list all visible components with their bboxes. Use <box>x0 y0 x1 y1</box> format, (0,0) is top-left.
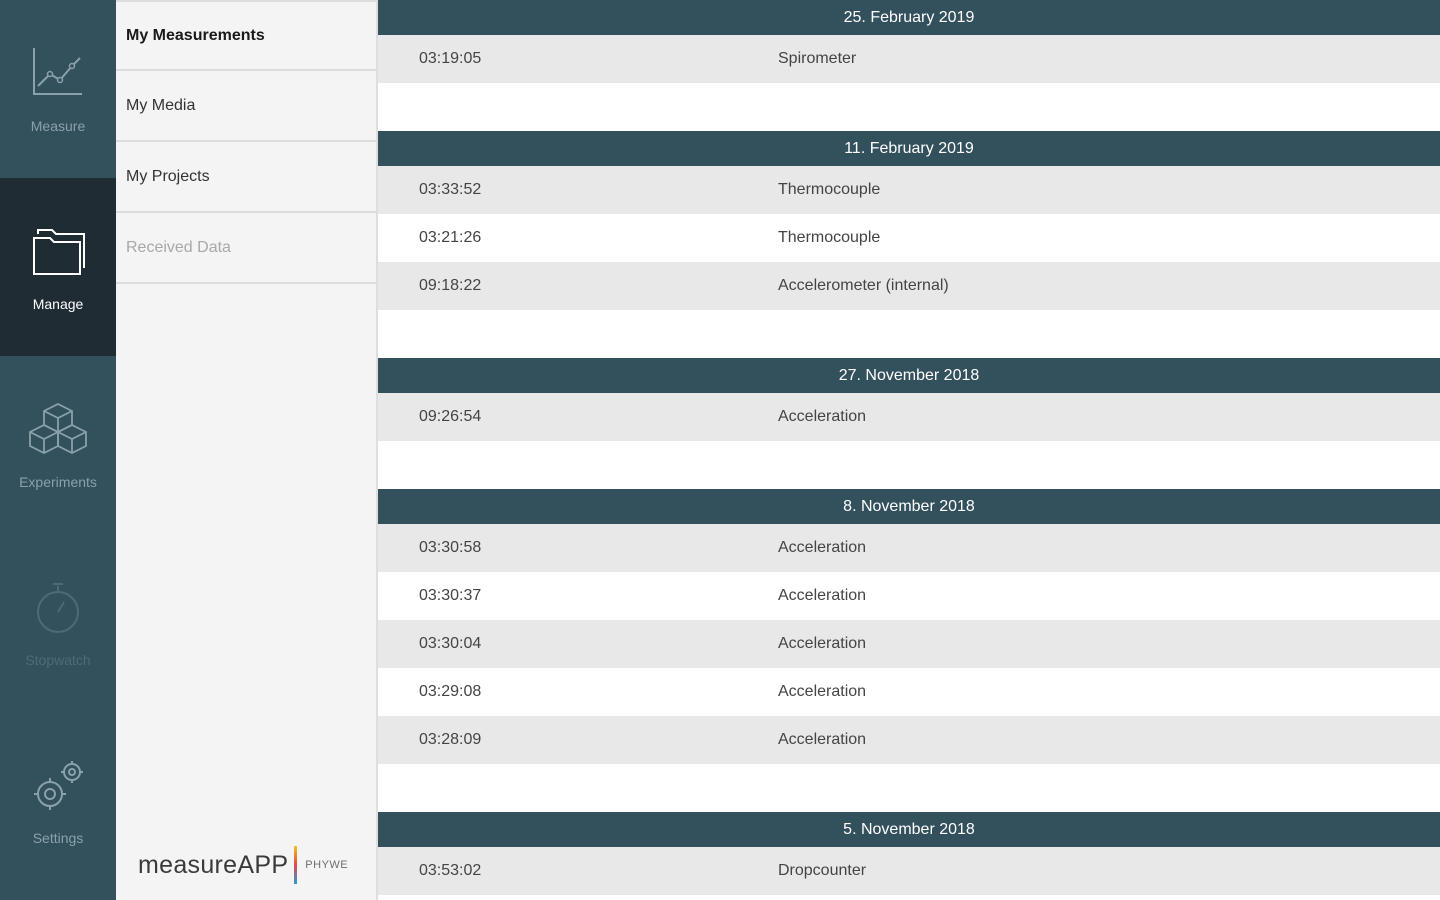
measurement-row[interactable]: 03:19:05 Spirometer <box>378 35 1440 83</box>
measurement-sensor: Accelerometer (internal) <box>778 277 949 294</box>
measurement-time: 09:26:54 <box>419 408 482 425</box>
cubes-icon <box>29 402 87 455</box>
gears-icon <box>34 761 83 810</box>
date-group: 11. February 2019 03:33:52 Thermocouple … <box>378 131 1440 358</box>
nav-settings[interactable]: Settings <box>0 712 116 890</box>
brand-sub: PHYWE <box>305 859 349 871</box>
nav-manage-label: Manage <box>32 296 84 312</box>
measurement-row[interactable]: 03:29:08 Acceleration <box>378 668 1440 716</box>
nav-stopwatch-label: Stopwatch <box>25 652 91 668</box>
date-header: 11. February 2019 <box>378 131 1440 166</box>
measurement-time: 03:53:02 <box>419 862 482 879</box>
measurement-row[interactable]: 03:21:26 Thermocouple <box>378 214 1440 262</box>
date-group: 5. November 2018 03:53:02 Dropcounter <box>378 812 1440 895</box>
group-spacer <box>378 83 1440 131</box>
menu-item-label: My Projects <box>126 167 210 185</box>
group-spacer <box>378 441 1440 489</box>
measurement-time: 09:18:22 <box>419 277 482 294</box>
date-header: 8. November 2018 <box>378 489 1440 524</box>
manage-menu: My Measurements My Media My Projects Rec… <box>116 0 378 900</box>
nav-measure-label: Measure <box>30 118 86 134</box>
menu-item-label: My Measurements <box>126 26 265 44</box>
measurement-list: 25. February 2019 03:19:05 Spirometer 11… <box>378 0 1440 900</box>
nav-rail: Measure Manage Experiments Stopwatch Set… <box>0 0 116 900</box>
measurement-row[interactable]: 03:53:02 Dropcounter <box>378 847 1440 895</box>
measurement-sensor: Thermocouple <box>778 229 881 246</box>
measurement-time: 03:30:58 <box>419 539 482 556</box>
menu-item-label: My Media <box>126 96 196 114</box>
date-group: 27. November 2018 09:26:54 Acceleration <box>378 358 1440 489</box>
measurement-row[interactable]: 03:33:52 Thermocouple <box>378 166 1440 214</box>
measurement-sensor: Acceleration <box>778 408 867 425</box>
date-group: 25. February 2019 03:19:05 Spirometer <box>378 0 1440 131</box>
measurement-time: 03:21:26 <box>419 229 482 246</box>
measurement-sensor: Acceleration <box>778 539 867 556</box>
menu-item-label: Received Data <box>126 238 231 256</box>
nav-manage[interactable]: Manage <box>0 178 116 356</box>
group-spacer <box>378 310 1440 358</box>
menu-item-my-projects[interactable]: My Projects <box>116 142 376 213</box>
folder-icon <box>33 229 85 275</box>
stopwatch-icon <box>37 583 79 633</box>
measurement-sensor: Acceleration <box>778 635 867 652</box>
measurement-sensor: Thermocouple <box>778 181 881 198</box>
nav-measure[interactable]: Measure <box>0 0 116 178</box>
measurement-time: 03:30:04 <box>419 635 482 652</box>
nav-settings-label: Settings <box>32 830 84 846</box>
measurement-time: 03:28:09 <box>419 731 482 748</box>
menu-item-received-data[interactable]: Received Data <box>116 213 376 284</box>
measurement-sensor: Spirometer <box>778 50 857 67</box>
menu-item-my-measurements[interactable]: My Measurements <box>116 0 376 71</box>
date-group: 8. November 2018 03:30:58 Acceleration 0… <box>378 489 1440 812</box>
measurement-sensor: Acceleration <box>778 683 867 700</box>
brand-divider <box>294 846 298 884</box>
measurement-row[interactable]: 03:28:09 Acceleration <box>378 716 1440 764</box>
group-spacer <box>378 764 1440 812</box>
brand-logo: measureAPP PHYWE <box>138 846 348 884</box>
measurement-sensor: Dropcounter <box>778 862 867 879</box>
measurement-row[interactable]: 03:30:58 Acceleration <box>378 524 1440 572</box>
measurement-time: 03:30:37 <box>419 587 482 604</box>
measurement-sensor: Acceleration <box>778 731 867 748</box>
measurement-row[interactable]: 09:26:54 Acceleration <box>378 393 1440 441</box>
nav-experiments-label: Experiments <box>19 474 97 490</box>
menu-item-my-media[interactable]: My Media <box>116 71 376 142</box>
brand-name: measureAPP <box>138 850 289 879</box>
measurement-time: 03:19:05 <box>419 50 482 67</box>
nav-experiments[interactable]: Experiments <box>0 356 116 534</box>
nav-stopwatch[interactable]: Stopwatch <box>0 534 116 712</box>
date-header: 25. February 2019 <box>378 0 1440 35</box>
date-header: 5. November 2018 <box>378 812 1440 847</box>
date-header: 27. November 2018 <box>378 358 1440 393</box>
measurement-time: 03:29:08 <box>419 683 482 700</box>
measurement-row[interactable]: 03:30:04 Acceleration <box>378 620 1440 668</box>
measurement-row[interactable]: 03:30:37 Acceleration <box>378 572 1440 620</box>
measurement-time: 03:33:52 <box>419 181 482 198</box>
measurement-sensor: Acceleration <box>778 587 867 604</box>
measurement-row[interactable]: 09:18:22 Accelerometer (internal) <box>378 262 1440 310</box>
line-chart-icon <box>33 48 82 95</box>
